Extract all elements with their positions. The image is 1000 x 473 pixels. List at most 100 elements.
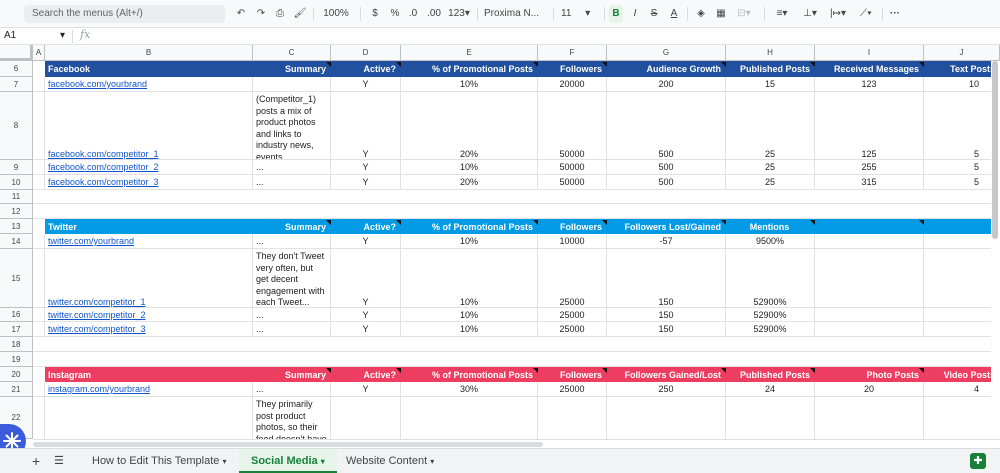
summary-cell[interactable]: (Competitor_1) posts a mix of product ph…	[253, 92, 331, 160]
promo-cell[interactable]: 20%	[401, 147, 538, 160]
header-cell[interactable]: Video Posts	[924, 368, 1000, 382]
text-color-button[interactable]: A	[667, 5, 681, 23]
column-header[interactable]: E	[401, 45, 538, 61]
profile-link[interactable]: twitter.com/yourbrand	[45, 234, 253, 249]
header-cell[interactable]: Followers Gained/Lost	[607, 368, 726, 382]
active-cell[interactable]: Y	[331, 234, 401, 249]
column-header[interactable]: J	[924, 45, 1000, 61]
promo-cell[interactable]: 10%	[401, 234, 538, 249]
text-wrap-icon[interactable]: |↦▾	[827, 5, 849, 23]
summary-cell[interactable]: ...	[253, 234, 331, 249]
tab-social-media[interactable]: Social Media ▾	[239, 449, 337, 473]
received-cell[interactable]: 123	[815, 77, 924, 92]
strikethrough-button[interactable]: S	[647, 5, 661, 23]
header-cell[interactable]: Active?	[331, 220, 401, 234]
growth-cell[interactable]: 200	[607, 77, 726, 92]
vertical-scroll-thumb[interactable]	[992, 61, 998, 239]
column-header[interactable]: I	[815, 45, 924, 61]
column-header[interactable]: B	[45, 45, 253, 61]
summary-cell[interactable]: ...	[253, 308, 331, 322]
more-icon[interactable]: ···	[888, 5, 902, 23]
row-header[interactable]: 15	[0, 249, 33, 308]
followers-lost-cell[interactable]: -57	[607, 234, 726, 249]
currency-button[interactable]: $	[369, 5, 381, 23]
growth-cell[interactable]: 500	[607, 160, 726, 175]
profile-link[interactable]: twitter.com/competitor_1	[45, 295, 253, 308]
header-cell[interactable]: Followers	[538, 62, 607, 77]
summary-cell[interactable]: They don't Tweet very often, but get dec…	[253, 249, 331, 308]
profile-link[interactable]: facebook.com/competitor_2	[45, 160, 253, 175]
horizontal-scroll-thumb[interactable]	[33, 442, 543, 447]
all-sheets-icon[interactable]: ☰	[50, 449, 68, 473]
active-cell[interactable]: Y	[331, 77, 401, 92]
column-header[interactable]: D	[331, 45, 401, 61]
promo-cell[interactable]: 20%	[401, 175, 538, 190]
row-header[interactable]: 11	[0, 190, 33, 204]
horizontal-scrollbar[interactable]	[33, 439, 1000, 448]
zoom-select[interactable]: 100% ▾	[321, 5, 351, 37]
vertical-scrollbar[interactable]	[991, 61, 1000, 439]
paint-format-icon[interactable]: 🖌	[293, 5, 307, 23]
header-cell[interactable]: Active?	[331, 62, 401, 77]
mentions-cell[interactable]: 52900%	[726, 295, 815, 308]
followers-cell[interactable]: 25000	[538, 308, 607, 322]
video-posts-cell[interactable]: 4	[924, 382, 1000, 397]
summary-cell[interactable]: ...	[253, 382, 331, 397]
row-header[interactable]: 19	[0, 352, 33, 367]
italic-button[interactable]: I	[629, 5, 641, 23]
header-cell[interactable]: Published Posts	[726, 368, 815, 382]
published-cell[interactable]: 25	[726, 175, 815, 190]
header-cell[interactable]: Mentions	[726, 220, 815, 234]
row-header[interactable]: 21	[0, 382, 33, 397]
decrease-decimal-button[interactable]: .0	[406, 5, 420, 23]
instagram-section-title[interactable]: Instagram	[45, 368, 253, 382]
promo-cell[interactable]: 10%	[401, 308, 538, 322]
tab-website-content[interactable]: Website Content ▾	[334, 449, 446, 473]
sheet-grid[interactable]: Facebook Summary Active? % of Promotiona…	[33, 61, 1000, 439]
followers-cell[interactable]: 25000	[538, 382, 607, 397]
received-cell[interactable]: 125	[815, 147, 924, 160]
profile-link[interactable]: twitter.com/competitor_3	[45, 322, 253, 337]
summary-cell[interactable]: ...	[253, 175, 331, 190]
followers-cell[interactable]: 25000	[538, 295, 607, 308]
active-cell[interactable]: Y	[331, 308, 401, 322]
active-cell[interactable]: Y	[331, 382, 401, 397]
increase-decimal-button[interactable]: .00	[425, 5, 443, 23]
header-cell[interactable]: % of Promotional Posts	[401, 220, 538, 234]
active-cell[interactable]: Y	[331, 160, 401, 175]
published-cell[interactable]: 25	[726, 147, 815, 160]
promo-cell[interactable]: 10%	[401, 77, 538, 92]
header-cell[interactable]: Received Messages	[815, 62, 924, 77]
row-header[interactable]: 18	[0, 337, 33, 352]
promo-cell[interactable]: 10%	[401, 322, 538, 337]
horizontal-align-icon[interactable]: ≡▾	[771, 5, 793, 23]
header-cell[interactable]	[815, 220, 924, 234]
active-cell[interactable]: Y	[331, 175, 401, 190]
header-cell[interactable]: Published Posts	[726, 62, 815, 77]
row-header[interactable]: 10	[0, 175, 33, 190]
column-header[interactable]: F	[538, 45, 607, 61]
header-cell[interactable]: Summary	[253, 220, 331, 234]
promo-cell[interactable]: 10%	[401, 295, 538, 308]
profile-link[interactable]: instagram.com/yourbrand	[45, 382, 253, 397]
more-formats-button[interactable]: 123▾	[446, 5, 472, 23]
row-header[interactable]: 6	[0, 61, 33, 77]
header-cell[interactable]: Active?	[331, 368, 401, 382]
followers-gained-cell[interactable]: 250	[607, 382, 726, 397]
published-cell[interactable]: 15	[726, 77, 815, 92]
header-cell[interactable]: % of Promotional Posts	[401, 368, 538, 382]
text-posts-cell[interactable]: 10	[924, 77, 1000, 92]
font-size-select[interactable]: 11 ▾	[561, 5, 599, 23]
merge-cells-icon[interactable]: ⊟▾	[734, 5, 754, 23]
header-cell[interactable]: % of Promotional Posts	[401, 62, 538, 77]
followers-cell[interactable]: 25000	[538, 322, 607, 337]
followers-lost-cell[interactable]: 150	[607, 308, 726, 322]
header-cell[interactable]: Photo Posts	[815, 368, 924, 382]
summary-cell[interactable]: ...	[253, 322, 331, 337]
followers-cell[interactable]: 20000	[538, 77, 607, 92]
followers-cell[interactable]: 50000	[538, 160, 607, 175]
profile-link[interactable]: facebook.com/competitor_1	[45, 147, 253, 160]
row-header[interactable]: 8	[0, 92, 33, 160]
fill-color-icon[interactable]: ◈	[694, 5, 708, 23]
growth-cell[interactable]: 500	[607, 147, 726, 160]
